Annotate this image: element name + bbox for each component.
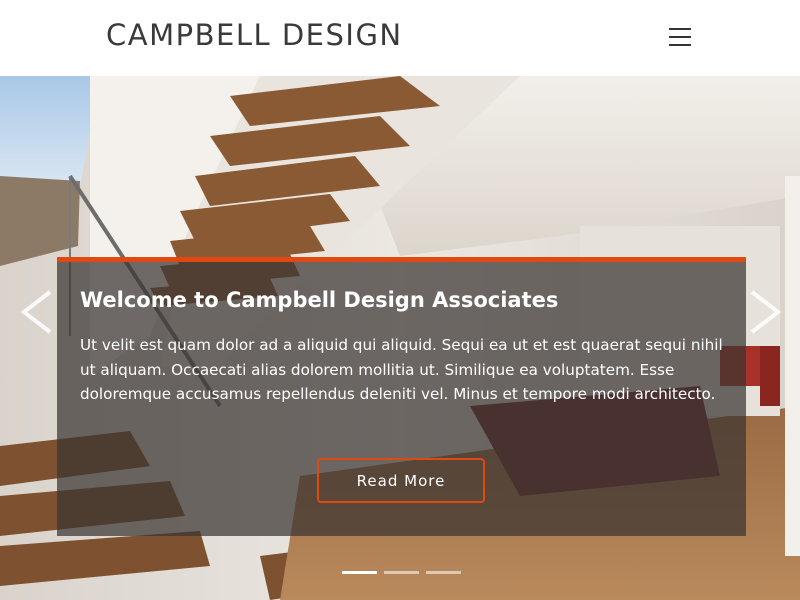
carousel-indicator-1[interactable] xyxy=(342,571,377,574)
brand-logo-text[interactable]: CAMPBELL DESIGN xyxy=(106,18,403,52)
chevron-left-icon xyxy=(20,290,52,334)
slide-description: Ut velit est quam dolor ad a aliquid qui… xyxy=(80,336,723,403)
site-header: CAMPBELL DESIGN xyxy=(0,0,800,76)
hamburger-menu-icon[interactable] xyxy=(665,24,697,50)
carousel-prev-button[interactable] xyxy=(18,288,58,336)
menu-line xyxy=(669,36,691,38)
menu-line xyxy=(669,44,691,46)
menu-line xyxy=(669,28,691,30)
slide-title: Welcome to Campbell Design Associates xyxy=(80,288,559,312)
carousel-indicator-3[interactable] xyxy=(426,571,461,574)
hero-carousel: Welcome to Campbell Design Associates Ut… xyxy=(0,76,800,600)
carousel-caption: Welcome to Campbell Design Associates Ut… xyxy=(57,257,746,536)
read-more-button[interactable]: Read More xyxy=(317,458,485,503)
carousel-next-button[interactable] xyxy=(744,288,784,336)
chevron-right-icon xyxy=(750,290,782,334)
carousel-indicator-2[interactable] xyxy=(384,571,419,574)
